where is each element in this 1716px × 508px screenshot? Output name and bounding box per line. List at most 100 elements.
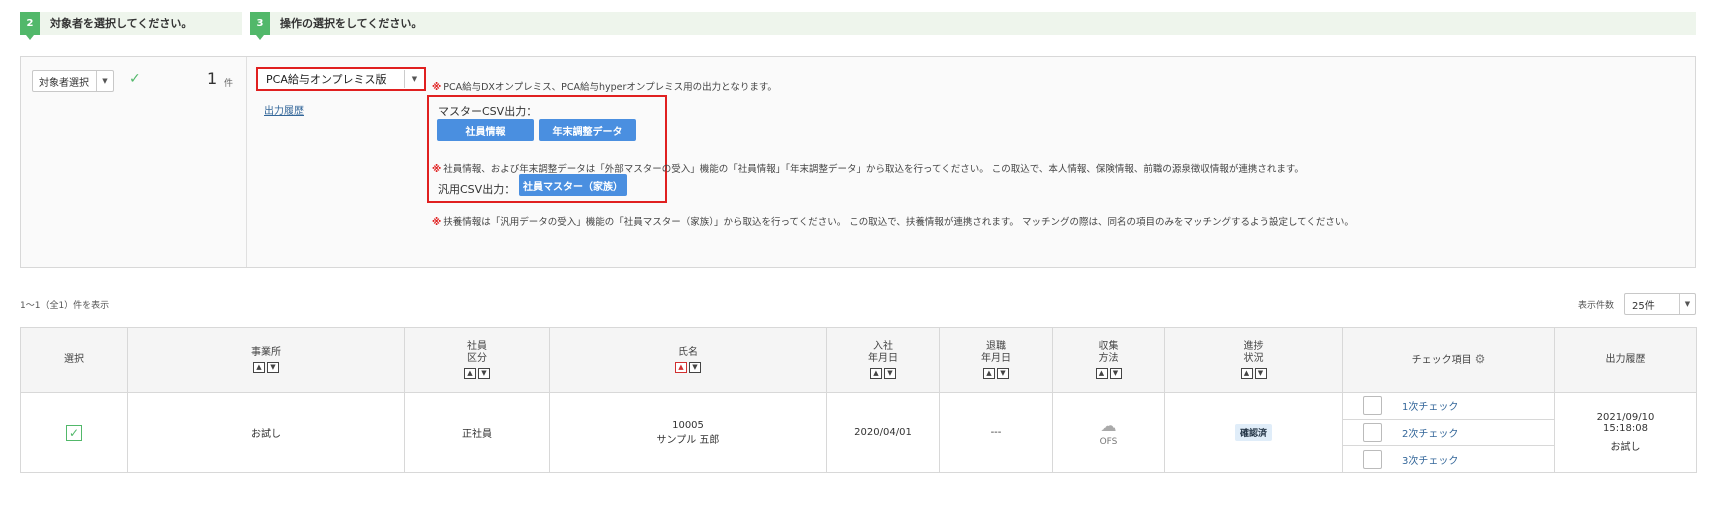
sort-asc-icon[interactable]: ▲ [675,362,687,373]
target-select-dropdown[interactable]: 対象者選択 ▼ [32,70,114,92]
operation-panel: 対象者選択 ▼ ✓ 1 件 PCA給与オンプレミス版 ▼ 出力履歴 ※ PCA給与… [20,56,1696,268]
check-item: 2次チェック [1343,420,1554,447]
sort-controls: ▲ ▼ [870,368,896,379]
employee-info-button[interactable]: 社員情報 [437,119,534,141]
sort-asc-icon[interactable]: ▲ [253,362,265,373]
header-label: 入社 [873,341,893,352]
employee-type-cell: 正社員 [404,392,550,473]
leave-date-cell: --- [939,392,1053,473]
sort-asc-icon[interactable]: ▲ [870,368,882,379]
asterisk-icon: ※ [432,217,442,228]
target-select-label: 対象者選択 [39,77,89,89]
step-number: 2 [20,12,40,40]
check-item: 1次チェック [1343,393,1554,420]
version-select-dropdown[interactable]: PCA給与オンプレミス版 ▼ [256,67,426,91]
output-history-link[interactable]: 出力履歴 [264,102,304,117]
sort-desc-icon[interactable]: ▼ [478,368,490,379]
first-check-link[interactable]: 1次チェック [1402,398,1458,413]
sort-asc-icon[interactable]: ▲ [983,368,995,379]
second-check-link[interactable]: 2次チェック [1402,425,1458,440]
version-select-label: PCA給与オンプレミス版 [266,73,387,86]
col-employee-type: 社員 区分 ▲ ▼ [404,327,550,393]
chevron-down-icon[interactable]: ▼ [404,70,424,88]
sort-controls: ▲ ▼ [1095,368,1122,379]
checkmark-icon: ✓ [129,71,141,87]
employee-name: サンプル 五郎 [656,434,720,446]
header-label: 進捗 [1243,341,1264,352]
sort-desc-icon[interactable]: ▼ [997,368,1009,379]
check-item: 3次チェック [1343,446,1554,472]
asterisk-icon: ※ [432,164,442,175]
header-label: 年月日 [868,353,898,364]
step-title: 対象者を選択してください。 [40,12,242,35]
header-label: 出力履歴 [1605,354,1646,365]
collect-method-cell: ☁ OFS [1052,392,1165,473]
sort-desc-icon[interactable]: ▼ [689,362,701,373]
check-checkbox[interactable] [1363,449,1382,469]
col-collect-method: 収集 方法 ▲ ▼ [1052,327,1165,393]
sort-asc-icon[interactable]: ▲ [1240,368,1253,379]
asterisk-icon: ※ [432,82,442,93]
col-office: 事業所 ▲ ▼ [127,327,405,393]
header-label: 年月日 [981,353,1011,364]
col-join-date: 入社 年月日 ▲ ▼ [826,327,940,393]
employee-number: 10005 [672,419,704,431]
col-progress: 進捗 状況 ▲ ▼ [1164,327,1343,393]
employee-family-master-button[interactable]: 社員マスター（家族） [519,174,627,196]
sort-controls: ▲ ▼ [464,368,490,379]
per-page-label: 表示件数 [1578,301,1615,311]
sort-desc-icon[interactable]: ▼ [884,368,896,379]
step-2-header: 2 対象者を選択してください。 [20,12,242,40]
table-row: ✓ お試し 正社員 10005 サンプル 五郎 2020/04/01 --- ☁… [20,392,1697,473]
employee-table: 選択 事業所 ▲ ▼ 社員 区分 ▲ ▼ 氏名 ▲ ▼ 入社 年月日 ▲ ▼ 退職 年月… [20,327,1697,473]
target-section: 対象者選択 ▼ ✓ 1 件 [21,57,247,267]
name-cell: 10005 サンプル 五郎 [549,392,827,473]
col-leave-date: 退職 年月日 ▲ ▼ [939,327,1053,393]
output-history-cell: 2021/09/10 15:18:08 お試し [1554,392,1697,473]
status-badge: 確認済 [1234,424,1272,441]
history-time: 15:18:08 [1603,423,1648,434]
target-count-unit: 件 [224,79,234,89]
col-check-items: チェック項目 ⚙ [1342,327,1555,393]
sort-controls: ▲ ▼ [1240,368,1267,379]
header-label: 状況 [1243,353,1264,364]
office-cell: お試し [127,392,405,473]
col-output-history: 出力履歴 [1554,327,1697,393]
per-page-value: 25件 [1632,300,1655,312]
list-count-text: 1～1（全1）件を表示 [20,301,110,311]
check-checkbox[interactable] [1363,423,1382,442]
master-csv-title: マスターCSV出力： [438,105,538,118]
sort-controls: ▲ ▼ [675,362,701,373]
year-end-adjustment-button[interactable]: 年末調整データ [539,119,636,141]
third-check-link[interactable]: 3次チェック [1402,452,1458,467]
sort-asc-icon[interactable]: ▲ [1095,368,1108,379]
join-date-cell: 2020/04/01 [826,392,940,473]
per-page-select[interactable]: 25件 ▼ [1624,293,1696,315]
header-label: 氏名 [678,347,698,358]
check-checkbox[interactable] [1363,396,1382,416]
sort-controls: ▲ ▼ [253,362,279,373]
header-label: チェック項目 [1411,355,1472,366]
history-user: お試し [1610,442,1641,453]
target-count: 1 [207,69,218,88]
table-header-row: 選択 事業所 ▲ ▼ 社員 区分 ▲ ▼ 氏名 ▲ ▼ 入社 年月日 ▲ ▼ 退職 年月… [20,327,1697,393]
chevron-down-icon[interactable]: ▼ [1679,294,1695,314]
operation-section: PCA給与オンプレミス版 ▼ 出力履歴 ※ PCA給与DXオンプレミス、PCA給与… [247,57,1695,267]
cloud-icon: ☁ [1100,416,1117,435]
sort-asc-icon[interactable]: ▲ [464,368,476,379]
version-note: ※ PCA給与DXオンプレミス、PCA給与hyperオンプレミス用の出力となります… [432,79,777,93]
gear-icon[interactable]: ⚙ [1475,352,1486,366]
chevron-down-icon[interactable]: ▼ [96,71,113,91]
sort-desc-icon[interactable]: ▼ [1254,368,1267,379]
row-select-checkbox[interactable]: ✓ [66,424,82,441]
progress-cell: 確認済 [1164,392,1343,473]
sort-desc-icon[interactable]: ▼ [1109,368,1122,379]
step-number: 3 [250,12,270,40]
check-items-cell: 1次チェック 2次チェック 3次チェック [1342,392,1555,473]
sort-desc-icon[interactable]: ▼ [267,362,279,373]
note-text: PCA給与DXオンプレミス、PCA給与hyperオンプレミス用の出力となります。 [443,82,777,93]
master-csv-note: ※ 社員情報、および年末調整データは「外部マスターの受入」機能の「社員情報」「年末… [432,161,1304,175]
collect-method-text: OFS [1099,437,1118,447]
header-label: 区分 [467,353,487,364]
general-csv-note: ※ 扶養情報は「汎用データの受入」機能の「社員マスター（家族）」から取込を行ってく… [432,214,1354,228]
